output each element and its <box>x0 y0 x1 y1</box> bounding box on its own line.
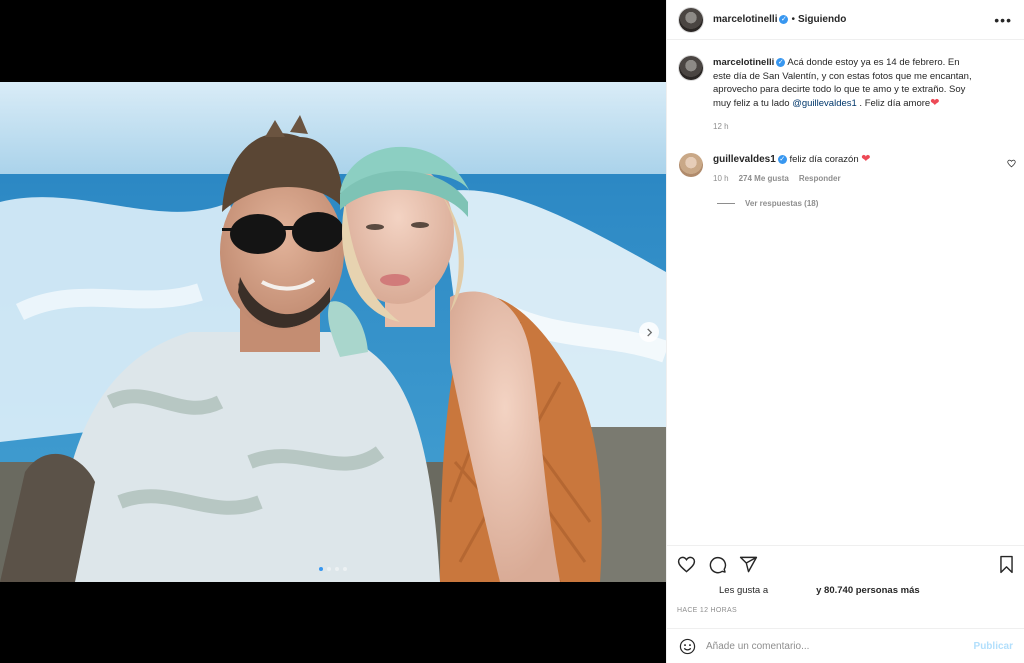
caption-avatar[interactable] <box>679 56 703 80</box>
likes-summary[interactable]: Les gusta a y 80.740 personas más <box>719 585 920 596</box>
caption-username[interactable]: marcelotinelli <box>713 57 774 68</box>
comment-item: guillevaldes1 ✓ feliz día corazón ❤ 10 h … <box>667 131 1024 185</box>
photo-illustration <box>0 82 666 582</box>
verified-icon: ✓ <box>776 57 786 67</box>
like-button[interactable] <box>677 555 696 574</box>
carousel-dot <box>335 567 339 571</box>
comment-like-button[interactable] <box>1007 155 1016 173</box>
follow-status-button[interactable]: Siguiendo <box>798 14 846 25</box>
verified-icon: ✓ <box>779 15 789 24</box>
publish-button[interactable]: Publicar <box>974 641 1013 652</box>
comment-composer: Publicar <box>667 628 1024 663</box>
carousel-dot <box>319 567 323 571</box>
share-button[interactable] <box>739 555 758 574</box>
commenter-username[interactable]: guillevaldes1 <box>713 154 776 165</box>
carousel-indicator <box>0 567 666 571</box>
heart-icon <box>677 556 696 573</box>
save-button[interactable] <box>998 555 1015 574</box>
likes-prefix: Les gusta a <box>719 585 769 596</box>
carousel-dot <box>327 567 331 571</box>
post-caption: marcelotinelli ✓ Acá donde estoy ya es 14… <box>667 40 1024 110</box>
bookmark-icon <box>1000 555 1013 574</box>
heart-emoji: ❤ <box>930 96 940 109</box>
emoji-icon[interactable] <box>679 638 696 655</box>
comment-button[interactable] <box>708 555 727 574</box>
comment-body: guillevaldes1 ✓ feliz día corazón ❤ 10 h … <box>713 153 871 185</box>
heart-icon <box>1007 159 1016 168</box>
comment-input[interactable] <box>706 640 974 652</box>
caption-timestamp[interactable]: 12 h <box>713 122 1024 131</box>
share-icon <box>739 556 758 573</box>
more-options-icon[interactable]: ••• <box>994 13 1012 27</box>
reply-button[interactable]: Responder <box>799 172 841 185</box>
caption-mention-link[interactable]: @guillevaldes1 <box>792 98 857 109</box>
post-photo[interactable] <box>0 82 666 582</box>
post-media-area <box>0 0 666 663</box>
caption-body: marcelotinelli ✓ Acá donde estoy ya es 14… <box>713 56 978 110</box>
post-actions-bar <box>667 545 1024 574</box>
heart-emoji: ❤ <box>861 153 871 165</box>
carousel-dot <box>343 567 347 571</box>
post-timestamp[interactable]: HACE 12 HORAS <box>677 607 737 614</box>
post-details-panel: marcelotinelli ✓ • Siguiendo ••• marcelo… <box>666 0 1024 663</box>
caption-text-end: . Feliz día amore <box>856 97 931 109</box>
comment-text: feliz día corazón <box>786 154 862 165</box>
chevron-right-icon <box>646 327 652 337</box>
verified-icon: ✓ <box>777 154 787 164</box>
commenter-avatar[interactable] <box>679 153 703 177</box>
post-header: marcelotinelli ✓ • Siguiendo ••• <box>667 0 1024 40</box>
view-replies-label: Ver respuestas (18) <box>745 199 819 208</box>
comment-likes[interactable]: 274 Me gusta <box>739 172 789 185</box>
likes-count[interactable]: y 80.740 personas más <box>816 585 920 596</box>
view-replies-button[interactable]: Ver respuestas (18) <box>717 199 1024 208</box>
author-avatar[interactable] <box>679 7 703 32</box>
comment-icon <box>709 556 727 574</box>
replies-line <box>717 203 735 204</box>
next-slide-button[interactable] <box>639 322 659 342</box>
separator: • <box>791 14 795 25</box>
comment-meta: 10 h 274 Me gusta Responder <box>713 172 871 185</box>
comment-time[interactable]: 10 h <box>713 172 729 185</box>
author-username[interactable]: marcelotinelli <box>713 14 777 25</box>
